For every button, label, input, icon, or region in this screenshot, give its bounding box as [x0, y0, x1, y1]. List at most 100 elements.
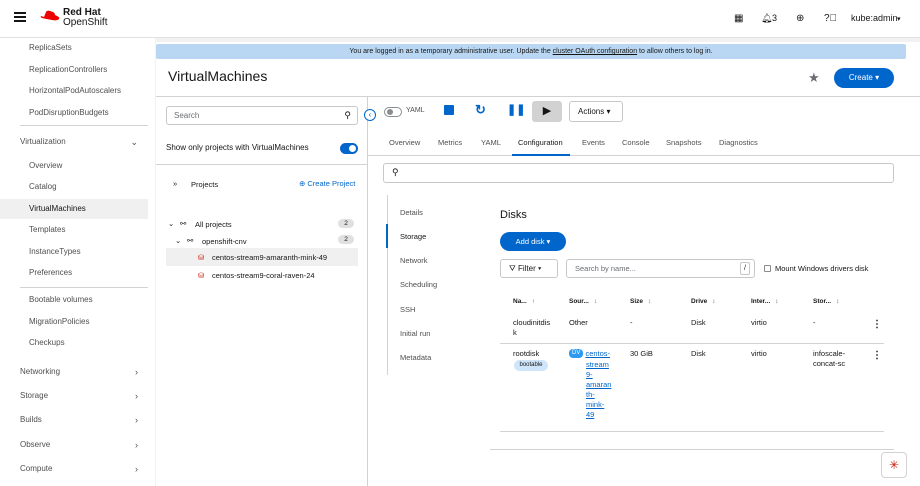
sidebar-section-observe[interactable]: Observe ›: [0, 435, 148, 455]
vm-node-amaranth[interactable]: centos-stream9-amaranth-mink-49: [212, 253, 327, 262]
filter-dropdown[interactable]: ⛛ Filter ▾: [500, 259, 558, 278]
vm-node-coral[interactable]: centos-stream9-coral-raven-24: [212, 271, 315, 280]
source-link-part[interactable]: mink-: [586, 400, 604, 409]
vtab-ssh[interactable]: SSH: [400, 305, 415, 314]
create-project-link[interactable]: ⊕ Create Project: [299, 179, 355, 188]
tab-metrics[interactable]: Metrics: [438, 138, 462, 147]
tab-overview[interactable]: Overview: [389, 138, 420, 147]
source-link-part[interactable]: amaran: [586, 380, 611, 389]
yaml-toggle[interactable]: [384, 107, 402, 117]
create-button[interactable]: Create ▾: [834, 68, 894, 88]
vtab-storage[interactable]: Storage: [400, 232, 426, 241]
tab-events[interactable]: Events: [582, 138, 605, 147]
sidebar-item-hpa[interactable]: HorizontalPodAutoscalers: [0, 81, 148, 101]
sidebar-section-networking[interactable]: Networking ›: [0, 362, 148, 382]
restart-icon[interactable]: ↻: [475, 102, 486, 118]
menu-icon[interactable]: [14, 12, 26, 22]
caret-down-icon[interactable]: ⌄: [168, 219, 174, 228]
all-projects-node[interactable]: All projects: [195, 220, 232, 229]
collapse-tree-button[interactable]: ‹: [364, 109, 376, 121]
configuration-search-input[interactable]: ⚲: [383, 163, 894, 183]
tab-configuration[interactable]: Configuration: [518, 138, 563, 147]
sidebar-item-checkups[interactable]: Checkups: [0, 333, 148, 353]
banner-text: You are logged in as a temporary adminis…: [349, 48, 553, 55]
brand-logo[interactable]: Red Hat OpenShift: [40, 8, 107, 28]
cell-storage: infoscale-concat-sc: [813, 349, 845, 369]
col-source[interactable]: Sour... ↕: [569, 298, 597, 305]
section-divider: [490, 449, 894, 450]
user-menu[interactable]: kube:admin: [851, 13, 898, 23]
col-size[interactable]: Size ↕: [630, 298, 651, 305]
vtab-metadata[interactable]: Metadata: [400, 353, 431, 362]
oauth-config-link[interactable]: cluster OAuth configuration: [553, 48, 637, 55]
sidebar-section-compute[interactable]: Compute ›: [0, 459, 148, 479]
collapse-all-icon[interactable]: »: [173, 179, 177, 188]
divider: [20, 125, 148, 126]
sidebar-item-virtualmachines[interactable]: VirtualMachines: [0, 199, 148, 219]
help-icon[interactable]: ?⃝: [824, 13, 837, 24]
col-drive[interactable]: Drive ↕: [691, 298, 716, 305]
tab-snapshots[interactable]: Snapshots: [666, 138, 701, 147]
sidebar-item-bootable-volumes[interactable]: Bootable volumes: [0, 290, 148, 310]
sidebar-section-virtualization[interactable]: Virtualization ⌄: [0, 132, 148, 152]
add-icon[interactable]: ⊕: [796, 13, 804, 24]
pause-icon[interactable]: ❚❚: [507, 103, 525, 116]
star-icon[interactable]: ★: [808, 70, 820, 86]
col-name[interactable]: Na... ↑: [513, 298, 535, 305]
sidebar-item-migrationpolicies[interactable]: MigrationPolicies: [0, 312, 148, 332]
source-link-cont[interactable]: stream 9- amaran th- mink- 49: [586, 360, 611, 420]
kebab-menu-icon[interactable]: ⋮: [872, 319, 882, 330]
feedback-icon[interactable]: ✳: [881, 452, 907, 478]
sidebar-item-replicationcontrollers[interactable]: ReplicationControllers: [0, 60, 148, 80]
plus-circle-icon: ⊕: [299, 179, 306, 188]
vtab-initial-run[interactable]: Initial run: [400, 329, 430, 338]
play-icon[interactable]: ▶: [532, 101, 562, 122]
sidebar-item-overview[interactable]: Overview: [0, 156, 148, 176]
cell-text: k: [513, 328, 517, 337]
sidebar-section-storage[interactable]: Storage ›: [0, 386, 148, 406]
vtab-network[interactable]: Network: [400, 256, 428, 265]
masthead: Red Hat OpenShift ▦ 🔔︎ 3 ⊕ ?⃝ kube:admin…: [0, 0, 920, 38]
row-divider: [500, 343, 884, 344]
vtab-scheduling[interactable]: Scheduling: [400, 280, 437, 289]
source-link-part[interactable]: stream: [586, 360, 609, 369]
sidebar-item-templates[interactable]: Templates: [0, 220, 148, 240]
source-link-part[interactable]: 49: [586, 410, 594, 419]
sidebar-section-builds[interactable]: Builds ›: [0, 410, 148, 430]
show-vm-projects-toggle[interactable]: [340, 143, 358, 154]
tab-yaml[interactable]: YAML: [481, 138, 501, 147]
notification-count[interactable]: 3: [772, 13, 777, 23]
vtab-details[interactable]: Details: [400, 208, 423, 217]
cell-drive: Disk: [691, 349, 706, 358]
user-caret-icon[interactable]: ▾: [897, 15, 901, 23]
col-interface[interactable]: Inter... ↕: [751, 298, 778, 305]
app-launcher-icon[interactable]: ▦: [734, 13, 743, 24]
sidebar-item-instancetypes[interactable]: InstanceTypes: [0, 242, 148, 262]
sidebar-item-replicasets[interactable]: ReplicaSets: [0, 38, 148, 58]
source-link-part[interactable]: th-: [586, 390, 595, 399]
stop-icon[interactable]: [444, 105, 454, 115]
tab-console[interactable]: Console: [622, 138, 650, 147]
sidebar-item-preferences[interactable]: Preferences: [0, 263, 148, 283]
col-storage-class[interactable]: Stor... ↕: [813, 298, 839, 305]
notifications-icon[interactable]: 🔔︎: [761, 13, 772, 24]
tree-search-input[interactable]: Search ⚲: [166, 106, 358, 125]
source-link[interactable]: centos-: [585, 349, 610, 358]
cell-source-link[interactable]: DV centos-: [569, 349, 610, 359]
project-tree-icon: ⚯: [180, 219, 187, 228]
namespace-node[interactable]: openshift-cnv: [202, 237, 247, 246]
mount-windows-drivers-checkbox[interactable]: [764, 265, 771, 272]
col-label: Drive: [691, 298, 708, 305]
sort-asc-icon: ↑: [531, 298, 535, 305]
actions-dropdown[interactable]: Actions ▾: [569, 101, 623, 122]
kebab-menu-icon[interactable]: ⋮: [872, 350, 882, 361]
tab-diagnostics[interactable]: Diagnostics: [719, 138, 758, 147]
sidebar-item-pdb[interactable]: PodDisruptionBudgets: [0, 103, 148, 123]
source-link-part[interactable]: 9-: [586, 370, 593, 379]
disk-name-search-input[interactable]: Search by name... /: [566, 259, 755, 278]
section-label: Virtualization: [20, 137, 66, 146]
add-disk-button[interactable]: Add disk ▾: [500, 232, 566, 251]
caret-down-icon[interactable]: ⌄: [175, 236, 181, 245]
cell-interface: virtio: [751, 349, 767, 358]
sidebar-item-catalog[interactable]: Catalog: [0, 177, 148, 197]
